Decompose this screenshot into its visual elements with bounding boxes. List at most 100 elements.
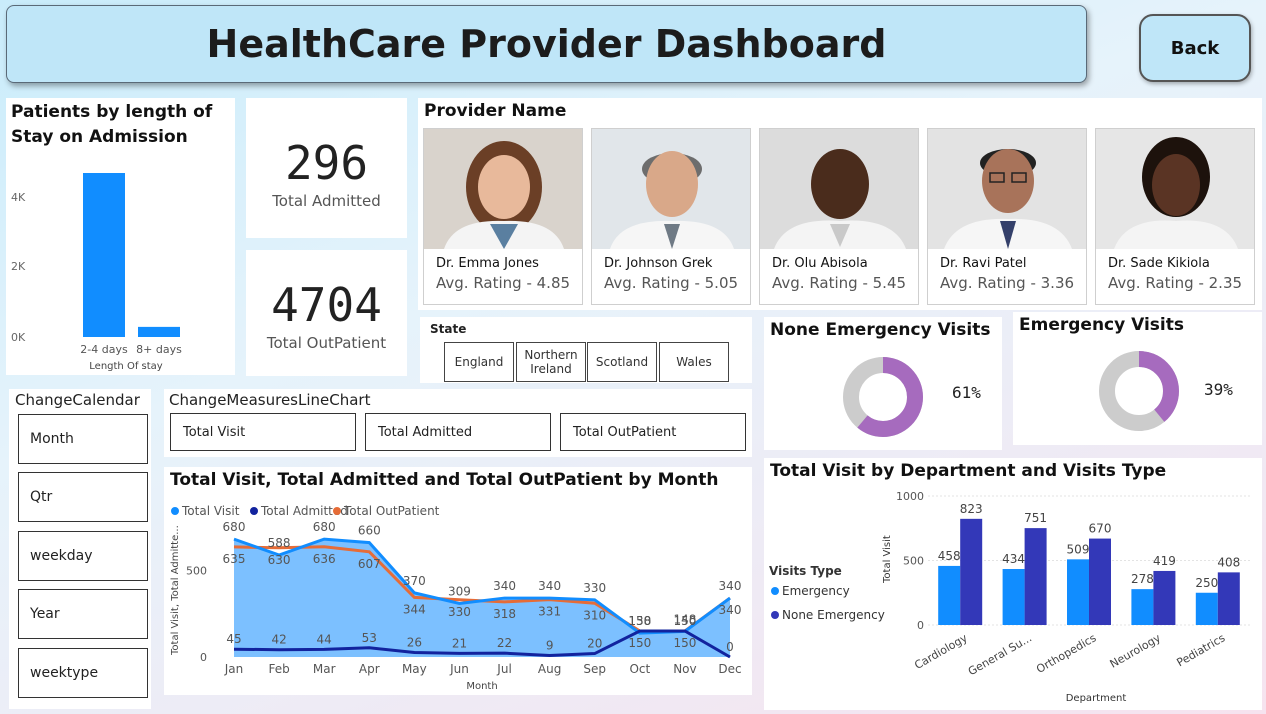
dept-legend-dot-emergency <box>771 587 779 595</box>
none-emergency-pct: 61% <box>952 383 981 402</box>
los-bar <box>138 326 180 337</box>
state-option-northern-ireland[interactable]: Northern Ireland <box>516 342 586 382</box>
doctor-avatar-icon <box>592 129 750 249</box>
monthly-xtick: Nov <box>673 662 696 676</box>
state-option-scotland[interactable]: Scotland <box>587 342 657 382</box>
dept-bar <box>1195 592 1218 625</box>
legend-dot-total-outpatient <box>333 507 341 515</box>
los-xtick: 2-4 days <box>80 343 128 356</box>
total-outpatient-label: 150 <box>628 636 651 650</box>
monthly-xtick: Dec <box>718 662 741 676</box>
legend-total-outpatient: Total OutPatient <box>343 504 440 518</box>
calendar-option-month[interactable]: Month <box>18 414 148 464</box>
dept-bar <box>1153 570 1176 625</box>
provider-photo <box>760 129 918 249</box>
monthly-xtick: May <box>402 662 427 676</box>
dept-ytick: 0 <box>917 619 924 632</box>
total-admitted-label: 26 <box>407 635 422 649</box>
los-xtick: 8+ days <box>136 343 182 356</box>
dept-legend-dot-none-emergency <box>771 611 779 619</box>
kpi-outpatient-label: Total OutPatient <box>266 334 387 352</box>
dashboard-title: HealthCare Provider Dashboard <box>6 5 1087 83</box>
doctor-avatar-icon <box>1096 129 1254 249</box>
calendar-option-weektype[interactable]: weektype <box>18 648 148 698</box>
monthly-ytick: 500 <box>186 564 207 577</box>
dept-bar-label: 458 <box>938 549 961 563</box>
provider-photo <box>928 129 1086 249</box>
dept-bar-label: 408 <box>1217 555 1240 569</box>
total-admitted-label: 9 <box>546 638 554 652</box>
provider-name: Dr. Olu Abisola <box>772 256 868 271</box>
los-ytick-0: 0K <box>11 331 26 344</box>
monthly-area-chart: Total Visit Total Admitted Total OutPati… <box>170 504 742 692</box>
total-outpatient-label: 636 <box>313 552 336 566</box>
total-outpatient-label: 607 <box>358 557 381 571</box>
total-admitted-label: 42 <box>271 633 286 647</box>
total-visit-label: 340 <box>538 579 561 593</box>
kpi-admitted-value: 296 <box>284 136 369 190</box>
provider-card-emma[interactable]: Dr. Emma Jones Avg. Rating - 4.85 <box>423 128 583 305</box>
dept-ytick: 1000 <box>896 490 924 503</box>
doctor-avatar-icon <box>760 129 918 249</box>
monthly-xtick: Jul <box>496 662 511 676</box>
dept-bar-label: 434 <box>1002 552 1025 566</box>
measure-option-total-outpatient[interactable]: Total OutPatient <box>560 413 746 451</box>
measure-option-total-admitted[interactable]: Total Admitted <box>365 413 551 451</box>
provider-card-olu[interactable]: Dr. Olu Abisola Avg. Rating - 5.45 <box>759 128 919 305</box>
provider-rating: Avg. Rating - 5.45 <box>772 274 907 292</box>
total-admitted-label: 20 <box>587 637 602 651</box>
emergency-pct: 39% <box>1204 380 1233 399</box>
dept-legend-emergency: Emergency <box>782 584 850 598</box>
los-ytick-4k: 4K <box>11 191 26 204</box>
calendar-option-qtr[interactable]: Qtr <box>18 472 148 522</box>
total-visit-area <box>234 539 730 657</box>
provider-rating: Avg. Rating - 2.35 <box>1108 274 1243 292</box>
measures-title: ChangeMeasuresLineChart <box>169 391 371 409</box>
provider-name: Dr. Ravi Patel <box>940 256 1027 271</box>
total-admitted-label: 22 <box>497 636 512 650</box>
dept-bar-label: 509 <box>1067 542 1090 556</box>
provider-name: Dr. Johnson Grek <box>604 256 713 271</box>
monthly-xlabel: Month <box>466 681 497 692</box>
state-option-wales[interactable]: Wales <box>659 342 729 382</box>
measure-option-total-visit[interactable]: Total Visit <box>170 413 356 451</box>
los-ytick-2k: 2K <box>11 260 26 273</box>
state-option-england[interactable]: England <box>444 342 514 382</box>
total-visit-label: 340 <box>719 579 742 593</box>
total-visit-label: 660 <box>358 524 381 538</box>
dept-xtick: Cardiology <box>912 631 970 672</box>
monthly-xtick: Oct <box>629 662 650 676</box>
provider-card-sade[interactable]: Dr. Sade Kikiola Avg. Rating - 2.35 <box>1095 128 1255 305</box>
monthly-xtick: Feb <box>268 662 289 676</box>
kpi-admitted-label: Total Admitted <box>272 192 381 210</box>
department-bar-chart: Visits Type Emergency None Emergency Tot… <box>769 490 1250 704</box>
provider-rating: Avg. Rating - 4.85 <box>436 274 571 292</box>
total-outpatient-label: 630 <box>268 553 291 567</box>
provider-title: Provider Name <box>424 101 567 121</box>
monthly-xtick: Aug <box>538 662 561 676</box>
monthly-xtick: Jun <box>449 662 469 676</box>
legend-total-visit: Total Visit <box>181 504 240 518</box>
total-outpatient-label: 635 <box>223 552 246 566</box>
los-xlabel: Length Of stay <box>89 361 163 372</box>
monthly-ylabel: Total Visit, Total Admitte... <box>170 525 181 656</box>
dept-bar-label: 250 <box>1195 576 1218 590</box>
back-button[interactable]: Back <box>1139 14 1251 82</box>
total-admitted-label: 21 <box>452 636 467 650</box>
provider-card-johnson[interactable]: Dr. Johnson Grek Avg. Rating - 5.05 <box>591 128 751 305</box>
dept-bar-label: 278 <box>1131 572 1154 586</box>
dept-bar <box>1089 538 1111 625</box>
dept-xtick: Pediatrics <box>1174 631 1227 669</box>
monthly-xtick: Sep <box>583 662 606 676</box>
dept-bar-label: 751 <box>1024 511 1047 525</box>
total-outpatient-label: 318 <box>493 607 516 621</box>
calendar-option-year[interactable]: Year <box>18 589 148 639</box>
provider-card-ravi[interactable]: Dr. Ravi Patel Avg. Rating - 3.36 <box>927 128 1087 305</box>
total-visit-label: 680 <box>313 520 336 534</box>
emergency-donut <box>1099 351 1179 431</box>
calendar-option-weekday[interactable]: weekday <box>18 531 148 581</box>
provider-rating: Avg. Rating - 3.36 <box>940 274 1075 292</box>
los-panel: Patients by length of Stay on Admission … <box>6 98 235 375</box>
dept-bar-label: 823 <box>960 502 983 516</box>
calendar-title: ChangeCalendar <box>15 391 140 409</box>
